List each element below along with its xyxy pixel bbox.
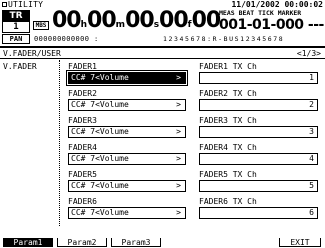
tx-ch-label: FADER3 TX Ch: [199, 116, 257, 125]
arrow-right-icon: >: [176, 154, 181, 163]
arrow-right-icon: >: [176, 208, 181, 217]
vfader-screen: V.FADER/USER <1/3> V.FADER FADER1 CC# 7<…: [0, 46, 325, 236]
fader-label: FADER1: [68, 62, 97, 71]
track-number: 1: [13, 22, 19, 32]
fader-assign-field[interactable]: CC# 7<Volume >: [66, 70, 188, 86]
fader-row: FADER3 CC# 7<Volume > FADER3 TX Ch 3: [0, 116, 325, 141]
fader-row: FADER1 CC# 7<Volume > FADER1 TX Ch 1: [0, 62, 325, 87]
tab-param2[interactable]: Param2: [57, 238, 107, 247]
fader-assign-value: CC# 7<Volume: [71, 127, 129, 136]
track-number-strip: 12345678:R-BUS12345678: [163, 35, 285, 43]
tx-ch-label: FADER1 TX Ch: [199, 62, 257, 71]
status-area: UTILITY 11/01/2002 00:00:02 TR 1 MBS 00h…: [0, 0, 325, 46]
fader-label: FADER3: [68, 116, 97, 125]
track-indicator: TR 1: [2, 10, 30, 33]
page-title: V.FADER/USER: [3, 49, 61, 58]
tab-param3[interactable]: Param3: [111, 238, 161, 247]
tx-ch-field[interactable]: 2: [199, 99, 318, 111]
track-label: TR: [3, 11, 29, 22]
fader-assign-field[interactable]: CC# 7<Volume >: [68, 126, 186, 138]
fader-row: FADER2 CC# 7<Volume > FADER2 TX Ch 2: [0, 89, 325, 114]
time-subframes: 00: [191, 8, 222, 33]
pan-knobs: 000000000000 :: [34, 35, 99, 43]
fader-assign-value: CC# 7<Volume: [71, 73, 129, 82]
time-hours: 00: [52, 8, 82, 33]
time-minutes: 00: [87, 8, 117, 33]
fader-assign-field[interactable]: CC# 7<Volume >: [68, 99, 186, 111]
function-tabs: Param1 Param2 Param3 EXIT: [0, 237, 325, 248]
tx-ch-label: FADER6 TX Ch: [199, 197, 257, 206]
mode-box-icon: [2, 2, 7, 7]
fader-row: FADER6 CC# 7<Volume > FADER6 TX Ch 6: [0, 197, 325, 222]
tx-ch-label: FADER4 TX Ch: [199, 143, 257, 152]
title-bar: V.FADER/USER <1/3>: [0, 48, 325, 59]
fader-label: FADER5: [68, 170, 97, 179]
page-indicator: <1/3>: [296, 49, 321, 58]
time-seconds: 00: [125, 8, 155, 33]
fader-assign-field[interactable]: CC# 7<Volume >: [68, 207, 186, 219]
date-time: 11/01/2002 00:00:02: [231, 0, 323, 9]
location-counter: 001-01-000 ---: [219, 17, 324, 33]
tx-ch-field[interactable]: 6: [199, 207, 318, 219]
tx-ch-label: FADER2 TX Ch: [199, 89, 257, 98]
arrow-right-icon: >: [176, 181, 181, 190]
fader-assign-value: CC# 7<Volume: [71, 100, 129, 109]
location-headers: MEAS BEAT TICK MARKER: [219, 9, 302, 17]
time-counter: 00h00m00s00f00: [52, 8, 222, 37]
mbs-badge: MBS: [33, 21, 49, 30]
fader-label: FADER4: [68, 143, 97, 152]
arrow-right-icon: >: [176, 127, 181, 136]
tab-param1[interactable]: Param1: [3, 238, 53, 247]
tx-ch-field[interactable]: 3: [199, 126, 318, 138]
fader-label: FADER6: [68, 197, 97, 206]
fader-row: FADER5 CC# 7<Volume > FADER5 TX Ch 5: [0, 170, 325, 195]
tx-ch-field[interactable]: 1: [199, 72, 318, 84]
fader-label: FADER2: [68, 89, 97, 98]
exit-button[interactable]: EXIT: [279, 238, 321, 247]
fader-assign-value: CC# 7<Volume: [71, 208, 129, 217]
arrow-right-icon: >: [176, 100, 181, 109]
time-minutes-unit: m: [115, 20, 126, 30]
fader-assign-field[interactable]: CC# 7<Volume >: [68, 180, 186, 192]
fader-assign-value: CC# 7<Volume: [71, 154, 129, 163]
time-frames: 00: [159, 8, 189, 33]
arrow-right-icon: >: [176, 73, 181, 82]
mode-indicator: UTILITY: [2, 0, 43, 9]
mode-label: UTILITY: [8, 0, 44, 9]
tx-ch-field[interactable]: 5: [199, 180, 318, 192]
pan-row: PAN 000000000000 : 12345678:R-BUS1234567…: [0, 34, 325, 45]
fader-assign-field[interactable]: CC# 7<Volume >: [68, 153, 186, 165]
tx-ch-label: FADER5 TX Ch: [199, 170, 257, 179]
fader-assign-value: CC# 7<Volume: [71, 181, 129, 190]
fader-row: FADER4 CC# 7<Volume > FADER4 TX Ch 4: [0, 143, 325, 168]
tx-ch-field[interactable]: 4: [199, 153, 318, 165]
pan-label: PAN: [2, 34, 30, 44]
